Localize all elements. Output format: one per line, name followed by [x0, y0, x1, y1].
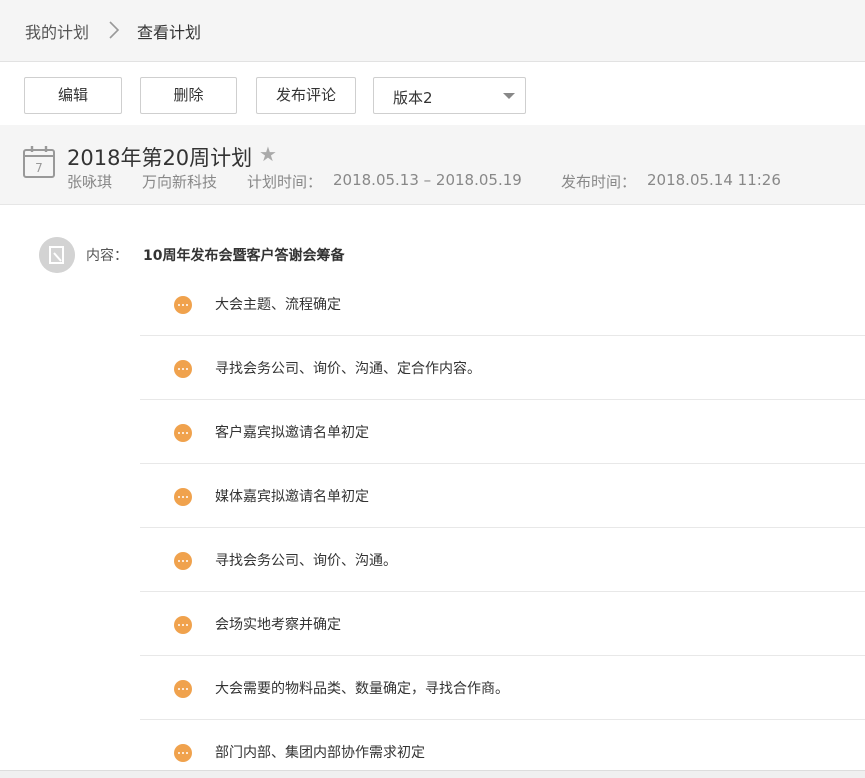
- more-icon: [174, 296, 192, 314]
- task-text: 寻找会务公司、询价、沟通、定合作内容。: [215, 361, 481, 377]
- breadcrumb-bar: 我的计划 查看计划: [0, 0, 865, 62]
- task-item[interactable]: 大会需要的物料品类、数量确定，寻找合作商。: [140, 656, 865, 720]
- edit-button[interactable]: 编辑: [24, 77, 122, 114]
- document-icon: [39, 237, 75, 273]
- more-icon: [174, 744, 192, 762]
- plan-header: 7 2018年第20周计划 ★ 张咏琪 万向新科技 计划时间： 2018.05.…: [0, 125, 865, 205]
- publish-time-label: 发布时间：: [561, 173, 637, 191]
- plan-time-range: 2018.05.13 – 2018.05.19: [333, 171, 522, 189]
- task-text: 大会需要的物料品类、数量确定，寻找合作商。: [215, 681, 509, 697]
- more-icon: [174, 680, 192, 698]
- publish-comment-button[interactable]: 发布评论: [256, 77, 356, 114]
- task-item[interactable]: 寻找会务公司、询价、沟通、定合作内容。: [140, 336, 865, 400]
- breadcrumb-view-plan: 查看计划: [137, 23, 202, 42]
- more-icon: [174, 424, 192, 442]
- task-text: 客户嘉宾拟邀请名单初定: [215, 425, 369, 441]
- publish-time: 2018.05.14 11:26: [647, 171, 781, 189]
- task-item[interactable]: 客户嘉宾拟邀请名单初定: [140, 400, 865, 464]
- star-icon[interactable]: ★: [259, 142, 277, 166]
- chevron-right-icon: [109, 21, 120, 39]
- plan-company: 万向新科技: [142, 173, 218, 191]
- task-text: 大会主题、流程确定: [215, 297, 341, 313]
- content-title: 10周年发布会暨客户答谢会筹备: [143, 248, 345, 264]
- plan-time-label: 计划时间：: [247, 173, 323, 191]
- delete-button[interactable]: 删除: [140, 77, 237, 114]
- task-list: 大会主题、流程确定 寻找会务公司、询价、沟通、定合作内容。 客户嘉宾拟邀请名单初…: [140, 272, 865, 778]
- caret-down-icon: [503, 93, 515, 99]
- plan-author: 张咏琪: [67, 173, 113, 191]
- task-text: 寻找会务公司、询价、沟通。: [215, 553, 397, 569]
- plan-title: 2018年第20周计划: [67, 146, 253, 170]
- task-text: 部门内部、集团内部协作需求初定: [215, 745, 425, 761]
- more-icon: [174, 360, 192, 378]
- task-item[interactable]: 大会主题、流程确定: [140, 272, 865, 336]
- more-icon: [174, 488, 192, 506]
- task-item[interactable]: 会场实地考察并确定: [140, 592, 865, 656]
- content-label: 内容：: [86, 248, 128, 264]
- more-icon: [174, 552, 192, 570]
- calendar-icon: 7: [23, 146, 55, 178]
- task-text: 会场实地考察并确定: [215, 617, 341, 633]
- breadcrumb-my-plans[interactable]: 我的计划: [25, 19, 89, 43]
- bottom-toolbar-edge: [0, 770, 865, 778]
- more-icon: [174, 616, 192, 634]
- task-item[interactable]: 寻找会务公司、询价、沟通。: [140, 528, 865, 592]
- task-text: 媒体嘉宾拟邀请名单初定: [215, 489, 369, 505]
- version-select-value: 版本2: [393, 89, 433, 107]
- task-item[interactable]: 媒体嘉宾拟邀请名单初定: [140, 464, 865, 528]
- version-select[interactable]: 版本2: [373, 77, 526, 114]
- calendar-day: 7: [35, 161, 43, 175]
